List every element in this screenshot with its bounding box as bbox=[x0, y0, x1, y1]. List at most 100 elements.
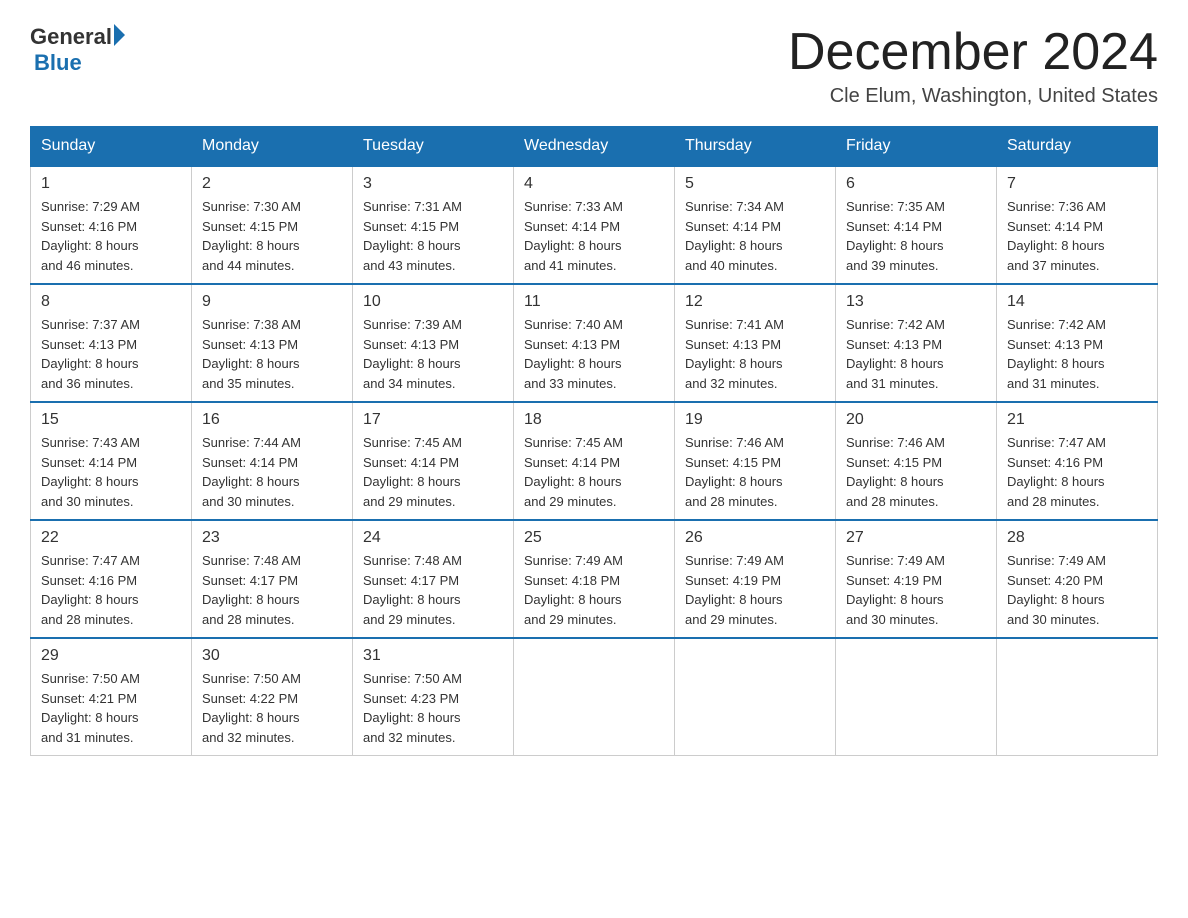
calendar-day-cell: 7 Sunrise: 7:36 AM Sunset: 4:14 PM Dayli… bbox=[997, 166, 1158, 284]
daylight-label: Daylight: 8 hours bbox=[202, 474, 300, 489]
day-number: 19 bbox=[685, 411, 825, 429]
day-number: 29 bbox=[41, 647, 181, 665]
sunset-label: Sunset: 4:20 PM bbox=[1007, 573, 1103, 588]
calendar-table: SundayMondayTuesdayWednesdayThursdayFrid… bbox=[30, 126, 1158, 756]
sunset-label: Sunset: 4:15 PM bbox=[363, 219, 459, 234]
sunset-label: Sunset: 4:21 PM bbox=[41, 691, 137, 706]
calendar-day-cell: 16 Sunrise: 7:44 AM Sunset: 4:14 PM Dayl… bbox=[192, 402, 353, 520]
daylight-label: Daylight: 8 hours bbox=[202, 356, 300, 371]
day-info: Sunrise: 7:48 AM Sunset: 4:17 PM Dayligh… bbox=[202, 551, 342, 629]
calendar-day-cell: 22 Sunrise: 7:47 AM Sunset: 4:16 PM Dayl… bbox=[31, 520, 192, 638]
calendar-day-cell: 14 Sunrise: 7:42 AM Sunset: 4:13 PM Dayl… bbox=[997, 284, 1158, 402]
day-info: Sunrise: 7:47 AM Sunset: 4:16 PM Dayligh… bbox=[41, 551, 181, 629]
calendar-day-cell bbox=[514, 638, 675, 756]
day-number: 31 bbox=[363, 647, 503, 665]
calendar-day-cell: 27 Sunrise: 7:49 AM Sunset: 4:19 PM Dayl… bbox=[836, 520, 997, 638]
daylight-label: Daylight: 8 hours bbox=[685, 356, 783, 371]
sunrise-label: Sunrise: 7:44 AM bbox=[202, 435, 301, 450]
sunrise-label: Sunrise: 7:48 AM bbox=[202, 553, 301, 568]
calendar-day-cell: 2 Sunrise: 7:30 AM Sunset: 4:15 PM Dayli… bbox=[192, 166, 353, 284]
calendar-day-cell: 5 Sunrise: 7:34 AM Sunset: 4:14 PM Dayli… bbox=[675, 166, 836, 284]
day-info: Sunrise: 7:49 AM Sunset: 4:19 PM Dayligh… bbox=[846, 551, 986, 629]
calendar-week-row: 1 Sunrise: 7:29 AM Sunset: 4:16 PM Dayli… bbox=[31, 166, 1158, 284]
day-info: Sunrise: 7:46 AM Sunset: 4:15 PM Dayligh… bbox=[846, 433, 986, 511]
sunrise-label: Sunrise: 7:50 AM bbox=[202, 671, 301, 686]
month-year-title: December 2024 bbox=[788, 24, 1158, 81]
daylight-minutes: and 32 minutes. bbox=[202, 730, 295, 745]
calendar-header-row: SundayMondayTuesdayWednesdayThursdayFrid… bbox=[31, 127, 1158, 167]
day-info: Sunrise: 7:35 AM Sunset: 4:14 PM Dayligh… bbox=[846, 197, 986, 275]
sunset-label: Sunset: 4:19 PM bbox=[846, 573, 942, 588]
daylight-minutes: and 43 minutes. bbox=[363, 258, 456, 273]
sunrise-label: Sunrise: 7:33 AM bbox=[524, 199, 623, 214]
sunset-label: Sunset: 4:14 PM bbox=[524, 219, 620, 234]
calendar-day-cell: 10 Sunrise: 7:39 AM Sunset: 4:13 PM Dayl… bbox=[353, 284, 514, 402]
day-info: Sunrise: 7:34 AM Sunset: 4:14 PM Dayligh… bbox=[685, 197, 825, 275]
day-number: 8 bbox=[41, 293, 181, 311]
day-info: Sunrise: 7:29 AM Sunset: 4:16 PM Dayligh… bbox=[41, 197, 181, 275]
daylight-minutes: and 36 minutes. bbox=[41, 376, 134, 391]
daylight-minutes: and 28 minutes. bbox=[41, 612, 134, 627]
calendar-day-cell: 30 Sunrise: 7:50 AM Sunset: 4:22 PM Dayl… bbox=[192, 638, 353, 756]
sunset-label: Sunset: 4:13 PM bbox=[202, 337, 298, 352]
sunrise-label: Sunrise: 7:49 AM bbox=[1007, 553, 1106, 568]
day-info: Sunrise: 7:38 AM Sunset: 4:13 PM Dayligh… bbox=[202, 315, 342, 393]
daylight-minutes: and 30 minutes. bbox=[1007, 612, 1100, 627]
daylight-minutes: and 44 minutes. bbox=[202, 258, 295, 273]
daylight-minutes: and 31 minutes. bbox=[1007, 376, 1100, 391]
daylight-minutes: and 40 minutes. bbox=[685, 258, 778, 273]
calendar-day-cell: 23 Sunrise: 7:48 AM Sunset: 4:17 PM Dayl… bbox=[192, 520, 353, 638]
day-number: 23 bbox=[202, 529, 342, 547]
calendar-day-cell: 8 Sunrise: 7:37 AM Sunset: 4:13 PM Dayli… bbox=[31, 284, 192, 402]
calendar-day-cell: 1 Sunrise: 7:29 AM Sunset: 4:16 PM Dayli… bbox=[31, 166, 192, 284]
calendar-header-wednesday: Wednesday bbox=[514, 127, 675, 167]
daylight-label: Daylight: 8 hours bbox=[1007, 474, 1105, 489]
daylight-minutes: and 33 minutes. bbox=[524, 376, 617, 391]
day-info: Sunrise: 7:40 AM Sunset: 4:13 PM Dayligh… bbox=[524, 315, 664, 393]
title-block: December 2024 Cle Elum, Washington, Unit… bbox=[788, 24, 1158, 108]
sunrise-label: Sunrise: 7:49 AM bbox=[846, 553, 945, 568]
day-number: 18 bbox=[524, 411, 664, 429]
daylight-minutes: and 46 minutes. bbox=[41, 258, 134, 273]
daylight-label: Daylight: 8 hours bbox=[524, 356, 622, 371]
sunrise-label: Sunrise: 7:40 AM bbox=[524, 317, 623, 332]
sunrise-label: Sunrise: 7:39 AM bbox=[363, 317, 462, 332]
sunset-label: Sunset: 4:17 PM bbox=[363, 573, 459, 588]
calendar-week-row: 8 Sunrise: 7:37 AM Sunset: 4:13 PM Dayli… bbox=[31, 284, 1158, 402]
daylight-minutes: and 29 minutes. bbox=[363, 612, 456, 627]
sunset-label: Sunset: 4:22 PM bbox=[202, 691, 298, 706]
day-number: 22 bbox=[41, 529, 181, 547]
calendar-day-cell bbox=[997, 638, 1158, 756]
sunrise-label: Sunrise: 7:46 AM bbox=[846, 435, 945, 450]
day-info: Sunrise: 7:49 AM Sunset: 4:19 PM Dayligh… bbox=[685, 551, 825, 629]
daylight-minutes: and 30 minutes. bbox=[41, 494, 134, 509]
calendar-day-cell: 12 Sunrise: 7:41 AM Sunset: 4:13 PM Dayl… bbox=[675, 284, 836, 402]
sunset-label: Sunset: 4:15 PM bbox=[846, 455, 942, 470]
sunrise-label: Sunrise: 7:49 AM bbox=[685, 553, 784, 568]
sunset-label: Sunset: 4:14 PM bbox=[685, 219, 781, 234]
day-info: Sunrise: 7:42 AM Sunset: 4:13 PM Dayligh… bbox=[1007, 315, 1147, 393]
calendar-day-cell: 28 Sunrise: 7:49 AM Sunset: 4:20 PM Dayl… bbox=[997, 520, 1158, 638]
daylight-minutes: and 29 minutes. bbox=[524, 494, 617, 509]
day-number: 15 bbox=[41, 411, 181, 429]
daylight-label: Daylight: 8 hours bbox=[685, 592, 783, 607]
calendar-day-cell: 20 Sunrise: 7:46 AM Sunset: 4:15 PM Dayl… bbox=[836, 402, 997, 520]
daylight-label: Daylight: 8 hours bbox=[202, 592, 300, 607]
sunrise-label: Sunrise: 7:38 AM bbox=[202, 317, 301, 332]
sunset-label: Sunset: 4:13 PM bbox=[524, 337, 620, 352]
daylight-minutes: and 29 minutes. bbox=[524, 612, 617, 627]
daylight-label: Daylight: 8 hours bbox=[685, 474, 783, 489]
day-number: 25 bbox=[524, 529, 664, 547]
daylight-label: Daylight: 8 hours bbox=[363, 356, 461, 371]
calendar-day-cell: 17 Sunrise: 7:45 AM Sunset: 4:14 PM Dayl… bbox=[353, 402, 514, 520]
day-number: 26 bbox=[685, 529, 825, 547]
day-number: 10 bbox=[363, 293, 503, 311]
daylight-label: Daylight: 8 hours bbox=[41, 356, 139, 371]
daylight-label: Daylight: 8 hours bbox=[202, 238, 300, 253]
day-number: 2 bbox=[202, 175, 342, 193]
daylight-minutes: and 31 minutes. bbox=[41, 730, 134, 745]
daylight-label: Daylight: 8 hours bbox=[524, 238, 622, 253]
daylight-minutes: and 28 minutes. bbox=[685, 494, 778, 509]
daylight-label: Daylight: 8 hours bbox=[1007, 356, 1105, 371]
sunset-label: Sunset: 4:13 PM bbox=[363, 337, 459, 352]
